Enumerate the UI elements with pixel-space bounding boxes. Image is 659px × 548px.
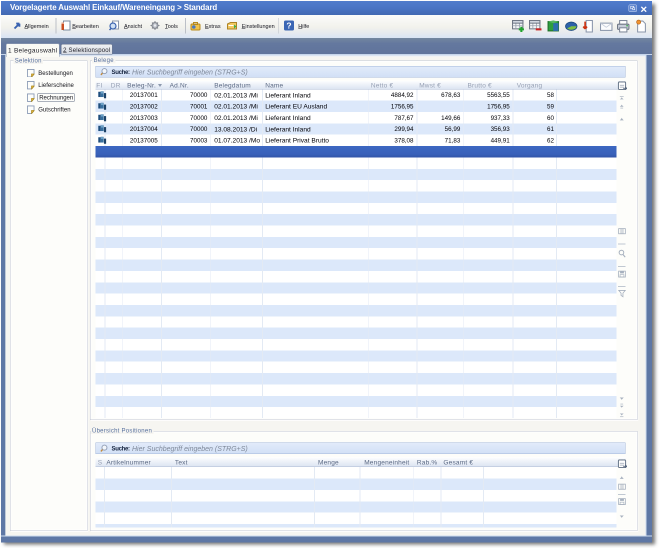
svg-text:?: ? bbox=[286, 21, 291, 31]
